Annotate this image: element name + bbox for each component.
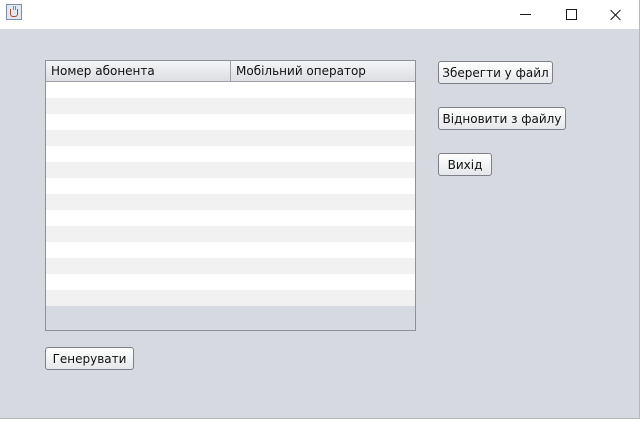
minimize-icon — [519, 14, 531, 15]
table-cell[interactable] — [46, 162, 231, 178]
maximize-icon — [565, 9, 577, 20]
close-button[interactable] — [593, 0, 639, 29]
table-cell[interactable] — [46, 178, 231, 194]
table-row[interactable] — [46, 82, 415, 98]
table-cell[interactable] — [46, 274, 231, 290]
table-cell[interactable] — [46, 82, 231, 98]
table-cell[interactable] — [46, 210, 231, 226]
table-row[interactable] — [46, 290, 415, 306]
restore-from-file-button[interactable]: Відновити з файлу — [438, 107, 566, 130]
table-row[interactable] — [46, 274, 415, 290]
table-row[interactable] — [46, 242, 415, 258]
table-cell[interactable] — [231, 290, 415, 306]
table-cell[interactable] — [231, 178, 415, 194]
table-row[interactable] — [46, 114, 415, 130]
table-cell[interactable] — [231, 242, 415, 258]
table-row[interactable] — [46, 258, 415, 274]
table-cell[interactable] — [231, 146, 415, 162]
table-row[interactable] — [46, 226, 415, 242]
table-cell[interactable] — [46, 290, 231, 306]
exit-button[interactable]: Вихід — [438, 153, 492, 176]
table-cell[interactable] — [46, 146, 231, 162]
java-cup-icon — [6, 4, 22, 20]
table-cell[interactable] — [231, 274, 415, 290]
table-cell[interactable] — [46, 114, 231, 130]
table-cell[interactable] — [46, 194, 231, 210]
table-body — [46, 82, 415, 306]
table-cell[interactable] — [231, 114, 415, 130]
generate-button[interactable]: Генерувати — [45, 347, 134, 370]
save-to-file-button[interactable]: Зберегти у файл — [438, 61, 553, 84]
table-row[interactable] — [46, 130, 415, 146]
column-header-phone-number[interactable]: Номер абонента — [46, 61, 231, 81]
title-bar[interactable] — [0, 0, 639, 29]
table-cell[interactable] — [46, 258, 231, 274]
table-cell[interactable] — [231, 162, 415, 178]
subscriber-table[interactable]: Номер абонента Мобільний оператор — [45, 60, 416, 331]
table-header: Номер абонента Мобільний оператор — [46, 61, 415, 82]
table-cell[interactable] — [46, 226, 231, 242]
table-cell[interactable] — [46, 130, 231, 146]
minimize-button[interactable] — [502, 0, 548, 29]
table-row[interactable] — [46, 194, 415, 210]
table-cell[interactable] — [231, 226, 415, 242]
table-cell[interactable] — [231, 194, 415, 210]
column-header-mobile-operator[interactable]: Мобільний оператор — [231, 61, 415, 81]
table-cell[interactable] — [231, 82, 415, 98]
table-cell[interactable] — [231, 98, 415, 114]
table-cell[interactable] — [46, 98, 231, 114]
close-icon — [610, 9, 622, 21]
app-window: Номер абонента Мобільний оператор Зберег… — [0, 0, 640, 419]
table-cell[interactable] — [231, 210, 415, 226]
table-cell[interactable] — [231, 130, 415, 146]
maximize-button[interactable] — [548, 0, 594, 29]
table-row[interactable] — [46, 178, 415, 194]
table-row[interactable] — [46, 146, 415, 162]
table-cell[interactable] — [46, 242, 231, 258]
table-row[interactable] — [46, 210, 415, 226]
table-row[interactable] — [46, 162, 415, 178]
table-row[interactable] — [46, 98, 415, 114]
table-cell[interactable] — [231, 258, 415, 274]
